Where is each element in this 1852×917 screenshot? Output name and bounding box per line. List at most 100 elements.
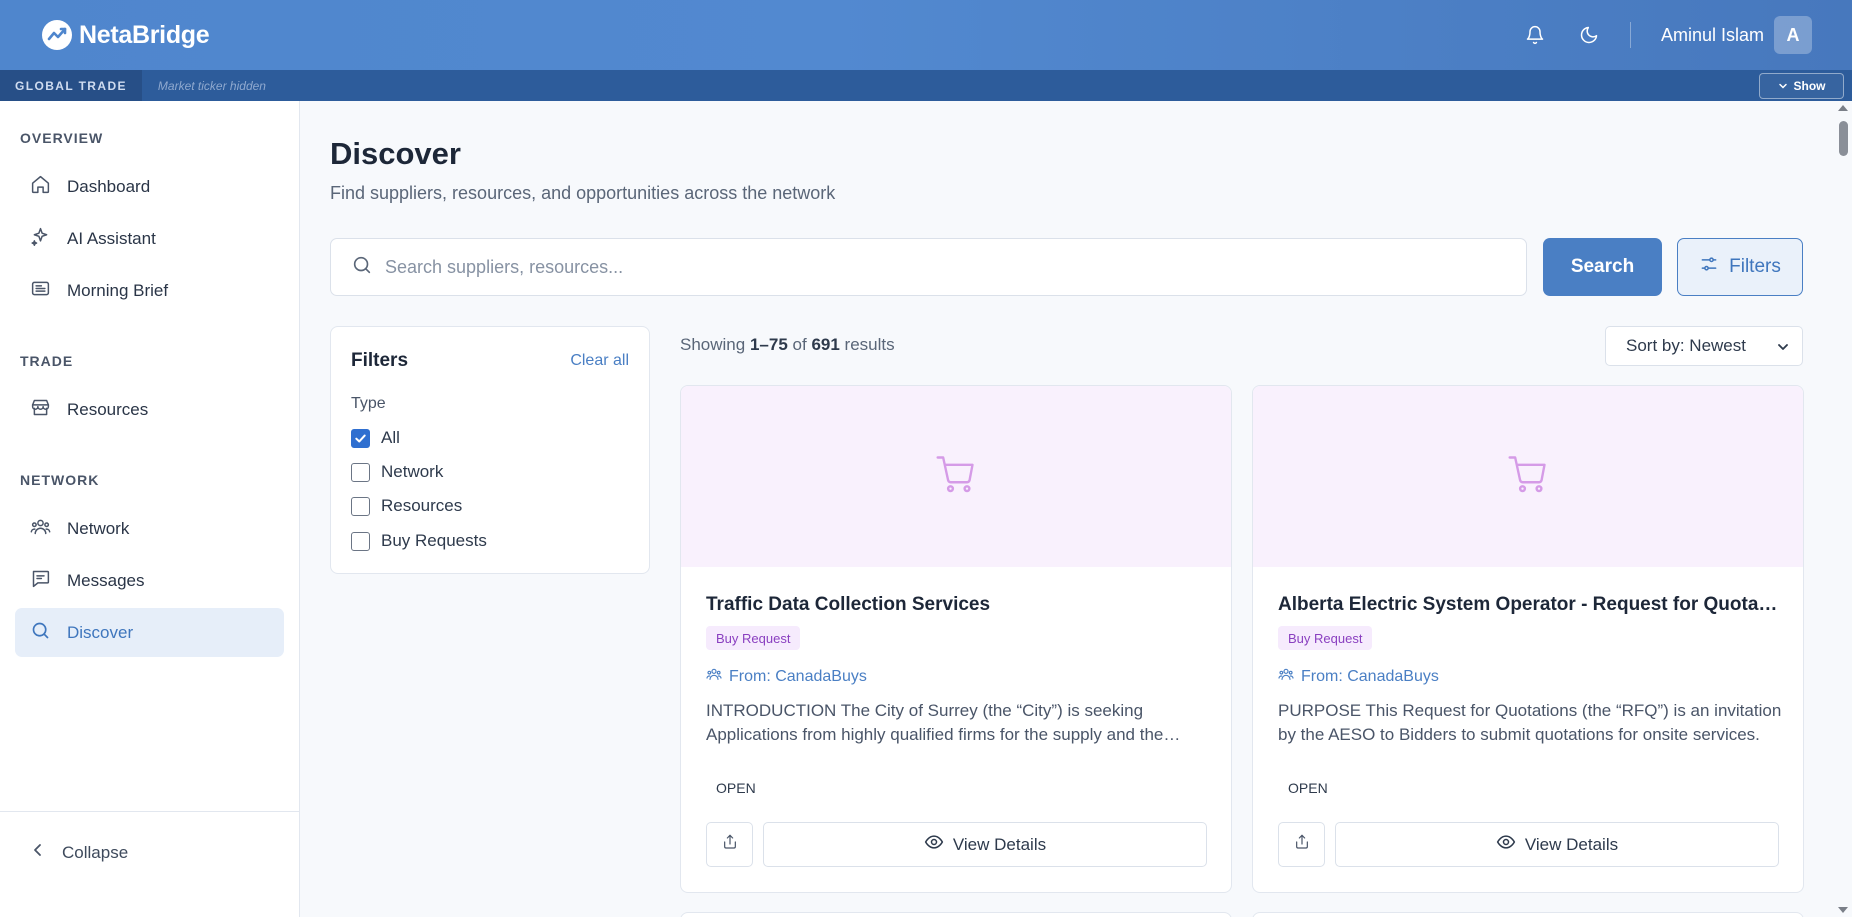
page-scrollbar[interactable] (1835, 101, 1852, 917)
eye-icon (924, 832, 944, 857)
chevron-down-icon (1776, 339, 1790, 359)
sidebar-item-label: Messages (67, 570, 145, 590)
card-description: PURPOSE This Request for Quotations (the… (1278, 701, 1782, 744)
brand[interactable]: NetaBridge (42, 20, 210, 50)
avatar[interactable]: A (1774, 16, 1812, 54)
brand-logo-icon (42, 20, 72, 50)
sidebar-item-resources[interactable]: Resources (15, 385, 284, 434)
card-title[interactable]: Traffic Data Collection Services (706, 594, 1211, 616)
filter-option-label: All (381, 428, 400, 447)
card-type-badge: Buy Request (706, 626, 801, 650)
card-source[interactable]: From: CanadaBuys (706, 666, 867, 687)
filter-option-label: Resources (381, 496, 463, 515)
ticker-hidden-text: Market ticker hidden (157, 78, 266, 93)
header-divider (1629, 22, 1631, 48)
filters-button[interactable]: Filters (1677, 238, 1803, 296)
clear-all-link[interactable]: Clear all (570, 352, 629, 370)
newspaper-icon (30, 278, 51, 304)
ticker-show-label: Show (1793, 79, 1826, 93)
card-source-label: From: CanadaBuys (1301, 667, 1439, 685)
filter-panel: Filters Clear all Type All Network Resou… (330, 326, 650, 574)
search-button[interactable]: Search (1543, 238, 1662, 296)
sort-select[interactable]: Sort by: Newest (1605, 326, 1803, 366)
chevron-down-icon (1778, 83, 1787, 89)
collapse-label: Collapse (62, 842, 129, 862)
card-description: INTRODUCTION The City of Surrey (the “Ci… (706, 701, 1164, 744)
view-details-button[interactable]: View Details (1335, 822, 1779, 867)
results-suffix: results (844, 335, 895, 354)
results-total: 691 (811, 335, 840, 354)
checkbox[interactable] (351, 496, 370, 516)
filter-option-all[interactable]: All (351, 428, 400, 448)
sort-label: Sort by: Newest (1626, 336, 1746, 355)
card-title[interactable]: Alberta Electric System Operator - Reque… (1278, 594, 1783, 616)
market-ticker: GLOBAL TRADE Market ticker hidden Show (0, 70, 1852, 101)
checkbox[interactable] (351, 462, 370, 482)
search-box[interactable] (330, 238, 1527, 296)
results-range: 1–75 (749, 335, 788, 354)
shopping-cart-icon (1506, 452, 1550, 501)
sidebar-item-label: AI Assistant (67, 228, 156, 248)
bell-icon[interactable] (1522, 22, 1548, 48)
filter-option-buy-requests[interactable]: Buy Requests (351, 531, 487, 551)
checkbox-checked[interactable] (351, 428, 370, 448)
users-icon (706, 666, 722, 687)
users-icon (1278, 666, 1294, 687)
result-card[interactable] (1252, 912, 1804, 917)
users-icon (30, 516, 51, 542)
share-button[interactable] (1278, 822, 1325, 867)
checkbox[interactable] (351, 531, 370, 551)
scrollbar-thumb[interactable] (1839, 121, 1848, 156)
ticker-label: GLOBAL TRADE (0, 70, 142, 101)
ticker-show-button[interactable]: Show (1759, 73, 1844, 99)
card-type-badge: Buy Request (1278, 626, 1373, 650)
filter-panel-title: Filters (351, 350, 409, 371)
user-name[interactable]: Aminul Islam (1661, 25, 1764, 46)
sliders-icon (1699, 254, 1719, 280)
share-icon (722, 834, 738, 855)
eye-icon (1496, 832, 1516, 857)
scroll-up-arrow-icon[interactable] (1838, 105, 1848, 111)
sidebar-item-dashboard[interactable]: Dashboard (15, 162, 284, 211)
sidebar-item-discover[interactable]: Discover (15, 608, 284, 657)
sidebar-footer: Collapse (0, 811, 299, 917)
brand-name: NetaBridge (79, 20, 210, 49)
sidebar-item-morning-brief[interactable]: Morning Brief (15, 266, 284, 315)
results-of: of (792, 335, 807, 354)
shopping-cart-icon (934, 452, 978, 501)
share-button[interactable] (706, 822, 753, 867)
top-header: NetaBridge Aminul Islam A (0, 0, 1852, 70)
filter-option-label: Network (381, 462, 444, 481)
result-card[interactable]: Alberta Electric System Operator - Reque… (1252, 385, 1804, 893)
card-source[interactable]: From: CanadaBuys (1278, 666, 1439, 687)
results-prefix: Showing (680, 335, 746, 354)
page-subtitle: Find suppliers, resources, and opportuni… (330, 183, 836, 203)
result-card[interactable]: Traffic Data Collection Services Buy Req… (680, 385, 1232, 893)
moon-icon[interactable] (1576, 22, 1602, 48)
filter-option-label: Buy Requests (381, 531, 487, 550)
sidebar-item-network[interactable]: Network (15, 504, 284, 553)
card-image (1253, 386, 1803, 567)
message-icon (30, 568, 51, 594)
scroll-down-arrow-icon[interactable] (1838, 907, 1848, 913)
sidebar-item-label: Network (67, 518, 130, 538)
sidebar-item-ai-assistant[interactable]: AI Assistant (15, 214, 284, 263)
status-badge: OPEN (1288, 780, 1328, 796)
collapse-button[interactable]: Collapse (30, 842, 128, 863)
chevron-left-icon (30, 842, 46, 863)
sidebar-item-label: Morning Brief (67, 280, 169, 300)
search-input[interactable] (385, 256, 1485, 278)
view-details-label: View Details (952, 834, 1047, 854)
sidebar-item-messages[interactable]: Messages (15, 556, 284, 605)
result-card[interactable] (680, 912, 1232, 917)
sidebar: OVERVIEW Dashboard AI Assistant Morning … (0, 101, 300, 917)
home-icon (30, 174, 51, 200)
view-details-button[interactable]: View Details (763, 822, 1207, 867)
search-icon (30, 620, 51, 646)
filter-option-resources[interactable]: Resources (351, 496, 462, 516)
view-details-label: View Details (1524, 834, 1619, 854)
store-icon (30, 397, 51, 423)
sidebar-item-label: Resources (67, 399, 149, 419)
sidebar-section-overview: OVERVIEW (20, 130, 104, 146)
filter-option-network[interactable]: Network (351, 462, 443, 482)
